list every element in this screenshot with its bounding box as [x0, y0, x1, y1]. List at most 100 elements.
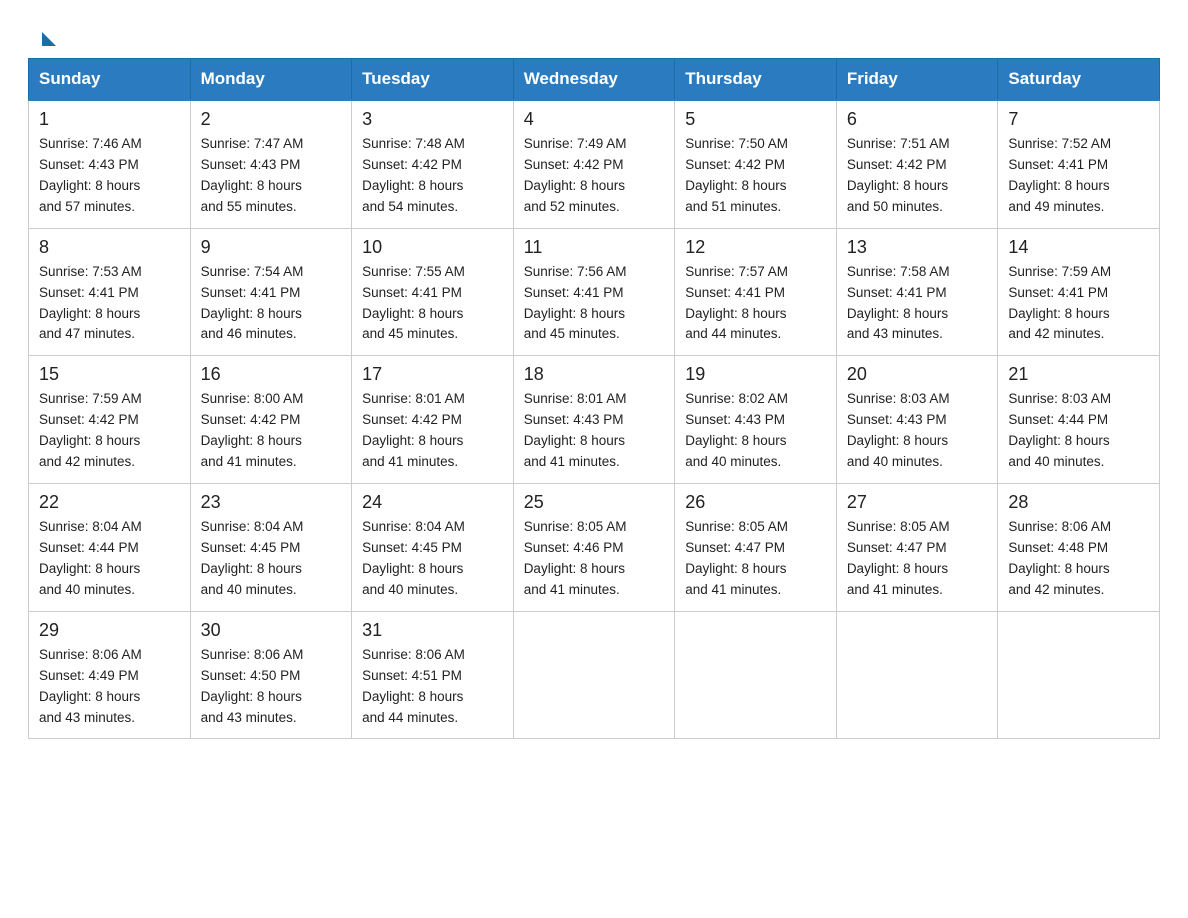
calendar-day-cell	[513, 611, 675, 739]
calendar-week-row: 29 Sunrise: 8:06 AMSunset: 4:49 PMDayligh…	[29, 611, 1160, 739]
day-info: Sunrise: 7:50 AMSunset: 4:42 PMDaylight:…	[685, 134, 826, 218]
day-number: 14	[1008, 237, 1149, 258]
day-number: 3	[362, 109, 503, 130]
calendar-week-row: 15 Sunrise: 7:59 AMSunset: 4:42 PMDayligh…	[29, 356, 1160, 484]
day-info: Sunrise: 7:49 AMSunset: 4:42 PMDaylight:…	[524, 134, 665, 218]
calendar-day-cell: 11 Sunrise: 7:56 AMSunset: 4:41 PMDayligh…	[513, 228, 675, 356]
day-number: 15	[39, 364, 180, 385]
calendar-day-cell: 3 Sunrise: 7:48 AMSunset: 4:42 PMDaylight…	[352, 100, 514, 228]
day-info: Sunrise: 8:04 AMSunset: 4:45 PMDaylight:…	[201, 517, 342, 601]
day-number: 28	[1008, 492, 1149, 513]
day-number: 20	[847, 364, 988, 385]
calendar-day-cell: 16 Sunrise: 8:00 AMSunset: 4:42 PMDayligh…	[190, 356, 352, 484]
day-number: 25	[524, 492, 665, 513]
calendar-day-cell: 14 Sunrise: 7:59 AMSunset: 4:41 PMDayligh…	[998, 228, 1160, 356]
calendar-day-cell: 20 Sunrise: 8:03 AMSunset: 4:43 PMDayligh…	[836, 356, 998, 484]
page-header	[0, 0, 1188, 58]
day-info: Sunrise: 7:48 AMSunset: 4:42 PMDaylight:…	[362, 134, 503, 218]
day-number: 26	[685, 492, 826, 513]
day-number: 27	[847, 492, 988, 513]
day-info: Sunrise: 7:58 AMSunset: 4:41 PMDaylight:…	[847, 262, 988, 346]
day-info: Sunrise: 8:00 AMSunset: 4:42 PMDaylight:…	[201, 389, 342, 473]
day-of-week-header: Tuesday	[352, 59, 514, 101]
day-info: Sunrise: 8:04 AMSunset: 4:44 PMDaylight:…	[39, 517, 180, 601]
day-info: Sunrise: 8:05 AMSunset: 4:47 PMDaylight:…	[847, 517, 988, 601]
calendar-day-cell: 4 Sunrise: 7:49 AMSunset: 4:42 PMDaylight…	[513, 100, 675, 228]
calendar-day-cell: 15 Sunrise: 7:59 AMSunset: 4:42 PMDayligh…	[29, 356, 191, 484]
calendar-day-cell: 23 Sunrise: 8:04 AMSunset: 4:45 PMDayligh…	[190, 484, 352, 612]
day-number: 5	[685, 109, 826, 130]
day-info: Sunrise: 8:05 AMSunset: 4:46 PMDaylight:…	[524, 517, 665, 601]
calendar-wrapper: SundayMondayTuesdayWednesdayThursdayFrid…	[0, 58, 1188, 767]
logo-arrow-icon	[42, 32, 56, 46]
day-number: 29	[39, 620, 180, 641]
day-info: Sunrise: 8:05 AMSunset: 4:47 PMDaylight:…	[685, 517, 826, 601]
calendar-day-cell: 6 Sunrise: 7:51 AMSunset: 4:42 PMDaylight…	[836, 100, 998, 228]
day-number: 8	[39, 237, 180, 258]
day-of-week-header: Monday	[190, 59, 352, 101]
day-number: 16	[201, 364, 342, 385]
day-number: 30	[201, 620, 342, 641]
calendar-day-cell: 29 Sunrise: 8:06 AMSunset: 4:49 PMDayligh…	[29, 611, 191, 739]
day-number: 6	[847, 109, 988, 130]
day-number: 12	[685, 237, 826, 258]
calendar-day-cell: 22 Sunrise: 8:04 AMSunset: 4:44 PMDayligh…	[29, 484, 191, 612]
day-info: Sunrise: 8:02 AMSunset: 4:43 PMDaylight:…	[685, 389, 826, 473]
day-of-week-header: Wednesday	[513, 59, 675, 101]
day-of-week-header: Friday	[836, 59, 998, 101]
day-info: Sunrise: 8:04 AMSunset: 4:45 PMDaylight:…	[362, 517, 503, 601]
day-of-week-header: Saturday	[998, 59, 1160, 101]
calendar-day-cell: 17 Sunrise: 8:01 AMSunset: 4:42 PMDayligh…	[352, 356, 514, 484]
calendar-day-cell	[998, 611, 1160, 739]
calendar-day-cell: 9Sunrise: 7:54 AMSunset: 4:41 PMDaylight…	[190, 228, 352, 356]
calendar-day-cell: 13Sunrise: 7:58 AMSunset: 4:41 PMDayligh…	[836, 228, 998, 356]
day-info: Sunrise: 8:06 AMSunset: 4:51 PMDaylight:…	[362, 645, 503, 729]
calendar-day-cell: 7 Sunrise: 7:52 AMSunset: 4:41 PMDaylight…	[998, 100, 1160, 228]
calendar-day-cell: 19 Sunrise: 8:02 AMSunset: 4:43 PMDayligh…	[675, 356, 837, 484]
day-info: Sunrise: 7:52 AMSunset: 4:41 PMDaylight:…	[1008, 134, 1149, 218]
day-of-week-header: Sunday	[29, 59, 191, 101]
calendar-day-cell: 24 Sunrise: 8:04 AMSunset: 4:45 PMDayligh…	[352, 484, 514, 612]
day-info: Sunrise: 8:01 AMSunset: 4:42 PMDaylight:…	[362, 389, 503, 473]
calendar-week-row: 1 Sunrise: 7:46 AMSunset: 4:43 PMDaylight…	[29, 100, 1160, 228]
day-number: 21	[1008, 364, 1149, 385]
logo	[40, 28, 56, 48]
day-number: 24	[362, 492, 503, 513]
calendar-week-row: 8 Sunrise: 7:53 AMSunset: 4:41 PMDaylight…	[29, 228, 1160, 356]
calendar-day-cell: 1 Sunrise: 7:46 AMSunset: 4:43 PMDaylight…	[29, 100, 191, 228]
day-number: 22	[39, 492, 180, 513]
day-info: Sunrise: 8:06 AMSunset: 4:49 PMDaylight:…	[39, 645, 180, 729]
day-number: 4	[524, 109, 665, 130]
calendar-day-cell: 18 Sunrise: 8:01 AMSunset: 4:43 PMDayligh…	[513, 356, 675, 484]
day-info: Sunrise: 7:59 AMSunset: 4:42 PMDaylight:…	[39, 389, 180, 473]
day-info: Sunrise: 8:06 AMSunset: 4:50 PMDaylight:…	[201, 645, 342, 729]
day-info: Sunrise: 7:46 AMSunset: 4:43 PMDaylight:…	[39, 134, 180, 218]
calendar-day-cell: 28 Sunrise: 8:06 AMSunset: 4:48 PMDayligh…	[998, 484, 1160, 612]
day-number: 9	[201, 237, 342, 258]
calendar-day-cell: 25 Sunrise: 8:05 AMSunset: 4:46 PMDayligh…	[513, 484, 675, 612]
day-info: Sunrise: 7:47 AMSunset: 4:43 PMDaylight:…	[201, 134, 342, 218]
day-number: 23	[201, 492, 342, 513]
calendar-day-cell: 31Sunrise: 8:06 AMSunset: 4:51 PMDayligh…	[352, 611, 514, 739]
day-number: 18	[524, 364, 665, 385]
calendar-day-cell: 27 Sunrise: 8:05 AMSunset: 4:47 PMDayligh…	[836, 484, 998, 612]
day-of-week-header: Thursday	[675, 59, 837, 101]
day-info: Sunrise: 8:01 AMSunset: 4:43 PMDaylight:…	[524, 389, 665, 473]
day-info: Sunrise: 7:51 AMSunset: 4:42 PMDaylight:…	[847, 134, 988, 218]
calendar-week-row: 22 Sunrise: 8:04 AMSunset: 4:44 PMDayligh…	[29, 484, 1160, 612]
day-info: Sunrise: 7:56 AMSunset: 4:41 PMDaylight:…	[524, 262, 665, 346]
day-info: Sunrise: 7:59 AMSunset: 4:41 PMDaylight:…	[1008, 262, 1149, 346]
day-info: Sunrise: 7:57 AMSunset: 4:41 PMDaylight:…	[685, 262, 826, 346]
calendar-day-cell: 10Sunrise: 7:55 AMSunset: 4:41 PMDayligh…	[352, 228, 514, 356]
day-number: 1	[39, 109, 180, 130]
day-info: Sunrise: 8:06 AMSunset: 4:48 PMDaylight:…	[1008, 517, 1149, 601]
day-number: 17	[362, 364, 503, 385]
day-number: 19	[685, 364, 826, 385]
day-number: 11	[524, 237, 665, 258]
calendar-day-cell: 5 Sunrise: 7:50 AMSunset: 4:42 PMDaylight…	[675, 100, 837, 228]
day-number: 7	[1008, 109, 1149, 130]
day-number: 10	[362, 237, 503, 258]
day-info: Sunrise: 8:03 AMSunset: 4:43 PMDaylight:…	[847, 389, 988, 473]
day-number: 2	[201, 109, 342, 130]
day-info: Sunrise: 7:53 AMSunset: 4:41 PMDaylight:…	[39, 262, 180, 346]
